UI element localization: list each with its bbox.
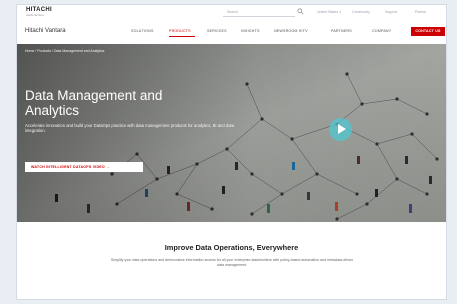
search-icon[interactable]	[297, 8, 304, 15]
nav-item-company[interactable]: COMPANY	[372, 29, 391, 33]
hitachi-logo[interactable]: HITACHI	[26, 7, 52, 13]
nav-item-solutions[interactable]: SOLUTIONS	[131, 29, 154, 33]
browser-page: HITACHI Inspire the Next Search United S…	[16, 4, 447, 300]
brand-name[interactable]: Hitachi Vantara	[25, 28, 66, 34]
region-selector[interactable]: United States ∨	[317, 10, 342, 14]
contact-us-button[interactable]: CONTACT US	[411, 27, 445, 36]
support-link[interactable]: Support	[385, 10, 397, 14]
watch-video-button[interactable]: WATCH INTELLIGENT DATAOPS VIDEO →	[25, 162, 143, 172]
community-link[interactable]: Community	[352, 10, 370, 14]
search-underline	[223, 16, 295, 17]
page-title: Data Management and Analytics	[25, 88, 163, 118]
breadcrumb[interactable]: Home / Products / Data Management and An…	[25, 49, 104, 53]
nav-item-products[interactable]: PRODUCTS	[169, 29, 191, 33]
nav-item-insights[interactable]: INSIGHTS	[241, 29, 260, 33]
intro-section: Improve Data Operations, Everywhere Simp…	[17, 222, 446, 299]
nav-item-services[interactable]: SERVICES	[207, 29, 227, 33]
section-title: Improve Data Operations, Everywhere	[164, 243, 299, 252]
hero-banner: Home / Products / Data Management and An…	[17, 44, 446, 222]
hero-description: Accelerate innovation and build your Dat…	[25, 123, 235, 134]
partner-link[interactable]: Partner	[415, 10, 426, 14]
nav-item-partners[interactable]: PARTNERS	[331, 29, 352, 33]
logo-tagline: Inspire the Next	[26, 14, 44, 17]
search-input[interactable]: Search	[227, 10, 238, 14]
utility-bar: HITACHI Inspire the Next Search United S…	[17, 5, 446, 18]
active-nav-indicator	[169, 36, 195, 37]
play-icon[interactable]	[329, 118, 352, 141]
section-body: Simplify your data operations and democr…	[110, 258, 354, 267]
nav-item-newsroom[interactable]: NEWSROOM HITV	[274, 29, 308, 33]
main-nav: Hitachi Vantara SOLUTIONS PRODUCTS SERVI…	[17, 24, 446, 40]
